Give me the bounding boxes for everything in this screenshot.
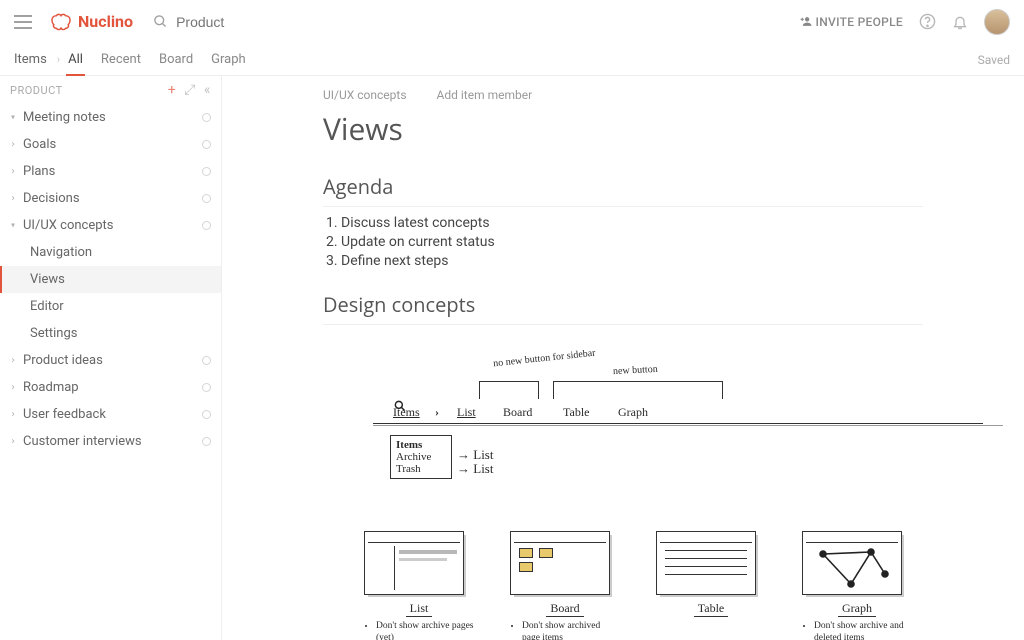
person-add-icon	[799, 15, 812, 28]
sketch-tab: Graph	[618, 405, 648, 420]
avatar[interactable]	[984, 9, 1010, 35]
sketch-divider	[373, 425, 1003, 426]
tab-board[interactable]: Board	[159, 52, 193, 67]
thumb-list: List Don't show archive pages (yet)	[364, 531, 474, 640]
save-status: Saved	[978, 53, 1010, 67]
sidebar-item[interactable]: ›Plans	[0, 158, 221, 185]
invite-people-button[interactable]: INVITE PEOPLE	[799, 15, 903, 29]
sidebar-tree: ▾Meeting notes›Goals›Plans›Decisions▾UI/…	[0, 104, 221, 455]
thumb-board: Board Don't show archived page items	[510, 531, 620, 640]
sidebar-item[interactable]: ›User feedback	[0, 401, 221, 428]
tabbar: Items › All Recent Board Graph Saved	[0, 44, 1024, 76]
search-icon	[153, 14, 168, 29]
agenda-item: Define next steps	[341, 253, 923, 269]
header-actions: INVITE PEOPLE	[799, 9, 1010, 35]
sidebar-heading: PRODUCT + ⤢ «	[0, 76, 221, 104]
agenda-item: Discuss latest concepts	[341, 215, 923, 231]
sidebar-item[interactable]: ▾Meeting notes	[0, 104, 221, 131]
app-name: Nuclino	[78, 12, 133, 31]
sketch-arrow: → List	[457, 461, 493, 477]
menu-icon[interactable]	[14, 15, 32, 29]
sketch-note: new button	[613, 364, 658, 377]
content-area: ⋮ UI/UX concepts Add item member Views A…	[222, 76, 1024, 640]
page-title: Views	[323, 108, 923, 149]
sketch-tab: List	[457, 405, 476, 420]
tab-recent[interactable]: Recent	[101, 52, 141, 67]
chevron-right-icon: ›	[57, 53, 60, 66]
sketch-thumbnails: List Don't show archive pages (yet) Boar…	[353, 531, 923, 640]
sketch-tab: Board	[503, 405, 532, 420]
expand-icon[interactable]: ⤢	[184, 82, 196, 98]
tab-all[interactable]: All	[68, 52, 83, 67]
sidebar-child-item[interactable]: Navigation	[0, 239, 221, 266]
breadcrumb-root[interactable]: Items	[14, 52, 47, 67]
sketch-note: no new button for sidebar	[493, 348, 596, 370]
add-icon[interactable]: +	[168, 82, 176, 98]
bell-icon[interactable]	[952, 14, 968, 30]
agenda-list: Discuss latest concepts Update on curren…	[341, 215, 923, 269]
sketch-tab: Table	[563, 405, 589, 420]
doc-crumbs: UI/UX concepts Add item member	[323, 88, 923, 102]
tab-graph[interactable]: Graph	[211, 52, 246, 67]
section-design: Design concepts	[323, 291, 923, 325]
sidebar-item[interactable]: ›Roadmap	[0, 374, 221, 401]
sketch-bracket	[479, 381, 539, 399]
sidebar-child-item[interactable]: Editor	[0, 293, 221, 320]
add-item-member[interactable]: Add item member	[437, 88, 533, 102]
sidebar-item[interactable]: ›Decisions	[0, 185, 221, 212]
sidebar: PRODUCT + ⤢ « ▾Meeting notes›Goals›Plans…	[0, 76, 222, 640]
sketch-chevron: ›	[435, 405, 439, 420]
sidebar-item[interactable]: ›Customer interviews	[0, 428, 221, 455]
search[interactable]	[153, 13, 798, 31]
sketch-dropdown: Items Archive Trash	[390, 435, 452, 479]
search-input[interactable]	[174, 13, 374, 31]
doc-breadcrumb[interactable]: UI/UX concepts	[323, 88, 407, 102]
collapse-sidebar-icon[interactable]: «	[204, 82, 211, 98]
app-logo[interactable]: Nuclino	[50, 12, 133, 31]
sidebar-child-item[interactable]: Views	[0, 266, 221, 293]
topbar: Nuclino INVITE PEOPLE	[0, 0, 1024, 44]
sketch-area: no new button for sidebar new button Ite…	[323, 343, 923, 640]
section-agenda: Agenda	[323, 173, 923, 207]
sidebar-item[interactable]: ›Product ideas	[0, 347, 221, 374]
thumb-table: Table	[656, 531, 766, 640]
help-icon[interactable]	[919, 13, 936, 30]
sketch-bracket	[553, 381, 723, 399]
sidebar-item[interactable]: ▾UI/UX concepts	[0, 212, 221, 239]
sketch-tab: Items	[393, 405, 420, 420]
thumb-graph: Graph Don't show archive and deleted ite…	[802, 531, 912, 640]
sidebar-child-item[interactable]: Settings	[0, 320, 221, 347]
brain-icon	[50, 13, 72, 31]
agenda-item: Update on current status	[341, 234, 923, 250]
sidebar-item[interactable]: ›Goals	[0, 131, 221, 158]
sketch-divider	[373, 423, 983, 424]
